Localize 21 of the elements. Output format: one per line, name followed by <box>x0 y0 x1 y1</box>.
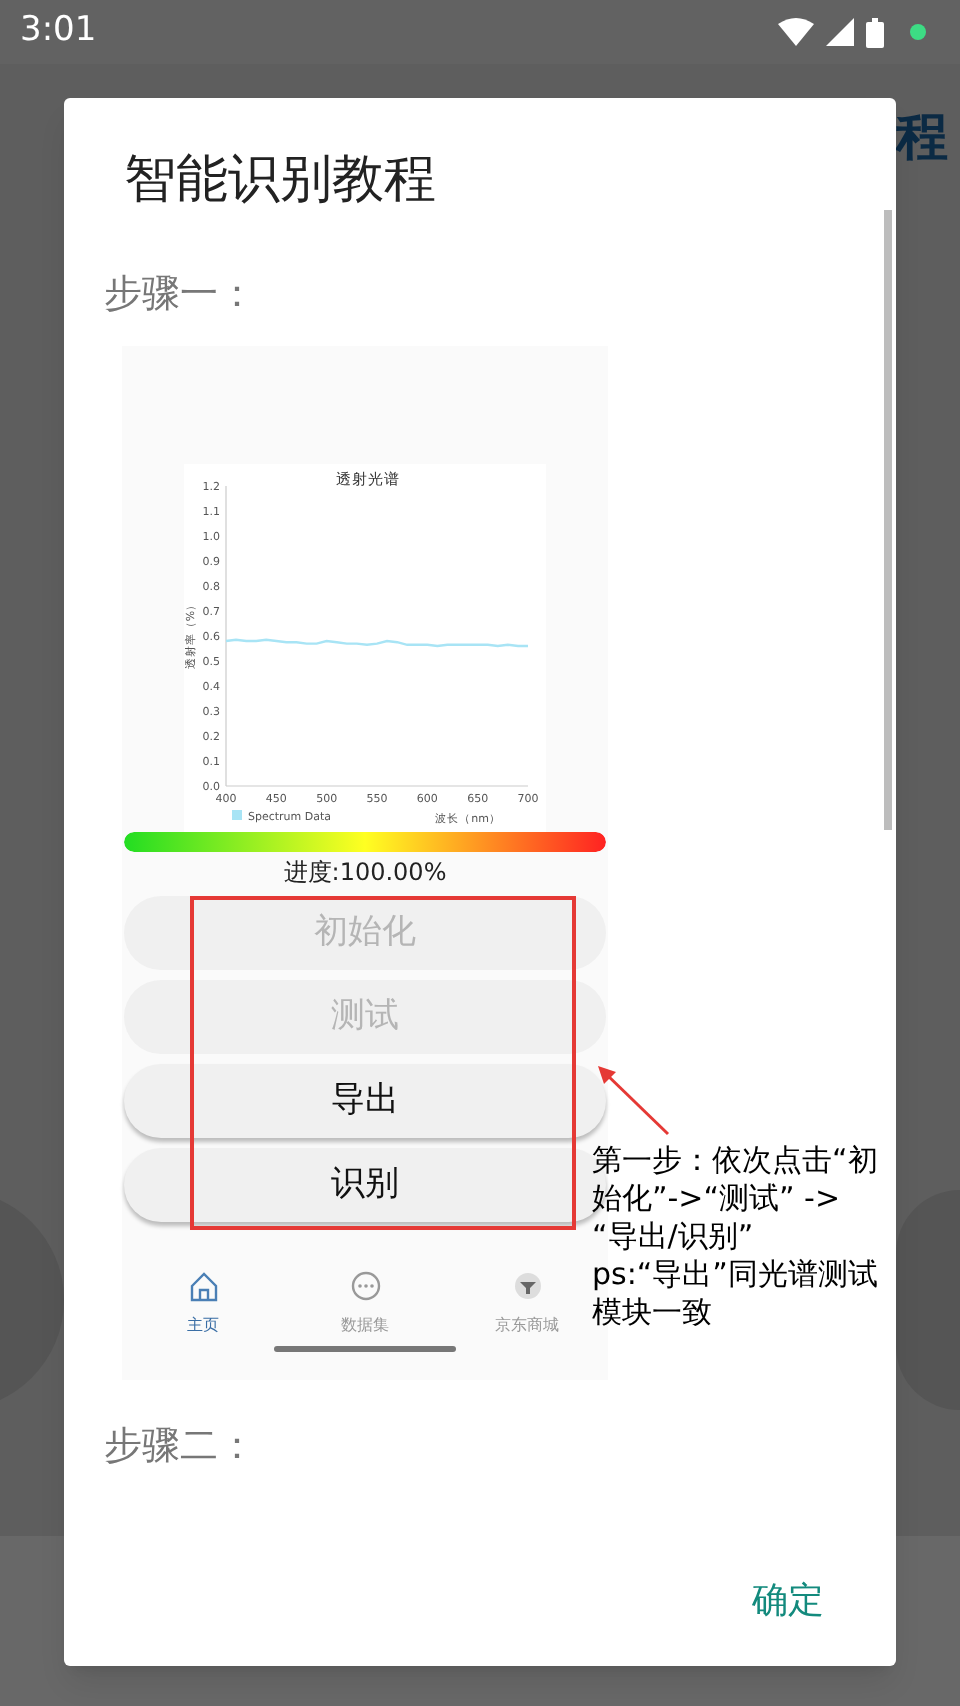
battery-icon <box>866 17 884 47</box>
home-icon <box>187 1270 219 1302</box>
more-dots-icon <box>349 1270 381 1302</box>
confirm-button[interactable]: 确定 <box>736 1566 840 1636</box>
round-icon <box>511 1270 543 1302</box>
dialog-title: 智能识别教程 <box>124 148 436 214</box>
page-title: 程 <box>896 106 948 172</box>
signal-icon <box>826 18 854 46</box>
nav-item[interactable]: 主页 <box>187 1314 219 1338</box>
nav-item[interactable]: 数据集 <box>341 1314 389 1338</box>
arrow <box>596 1066 672 1138</box>
progress-label: 进度:100.00% <box>281 856 449 890</box>
scrollbar-icon <box>884 210 892 830</box>
status-time: 3:01 <box>20 8 97 55</box>
step-label: 步骤二： <box>104 1422 256 1472</box>
legend-swatch <box>232 810 242 820</box>
notification-dot-icon <box>908 22 928 42</box>
nav-item[interactable]: 京东商城 <box>495 1314 559 1338</box>
wifi-icon <box>778 18 814 46</box>
action-button[interactable]: 导出 <box>124 1064 606 1138</box>
step-label: 步骤一： <box>104 270 256 320</box>
